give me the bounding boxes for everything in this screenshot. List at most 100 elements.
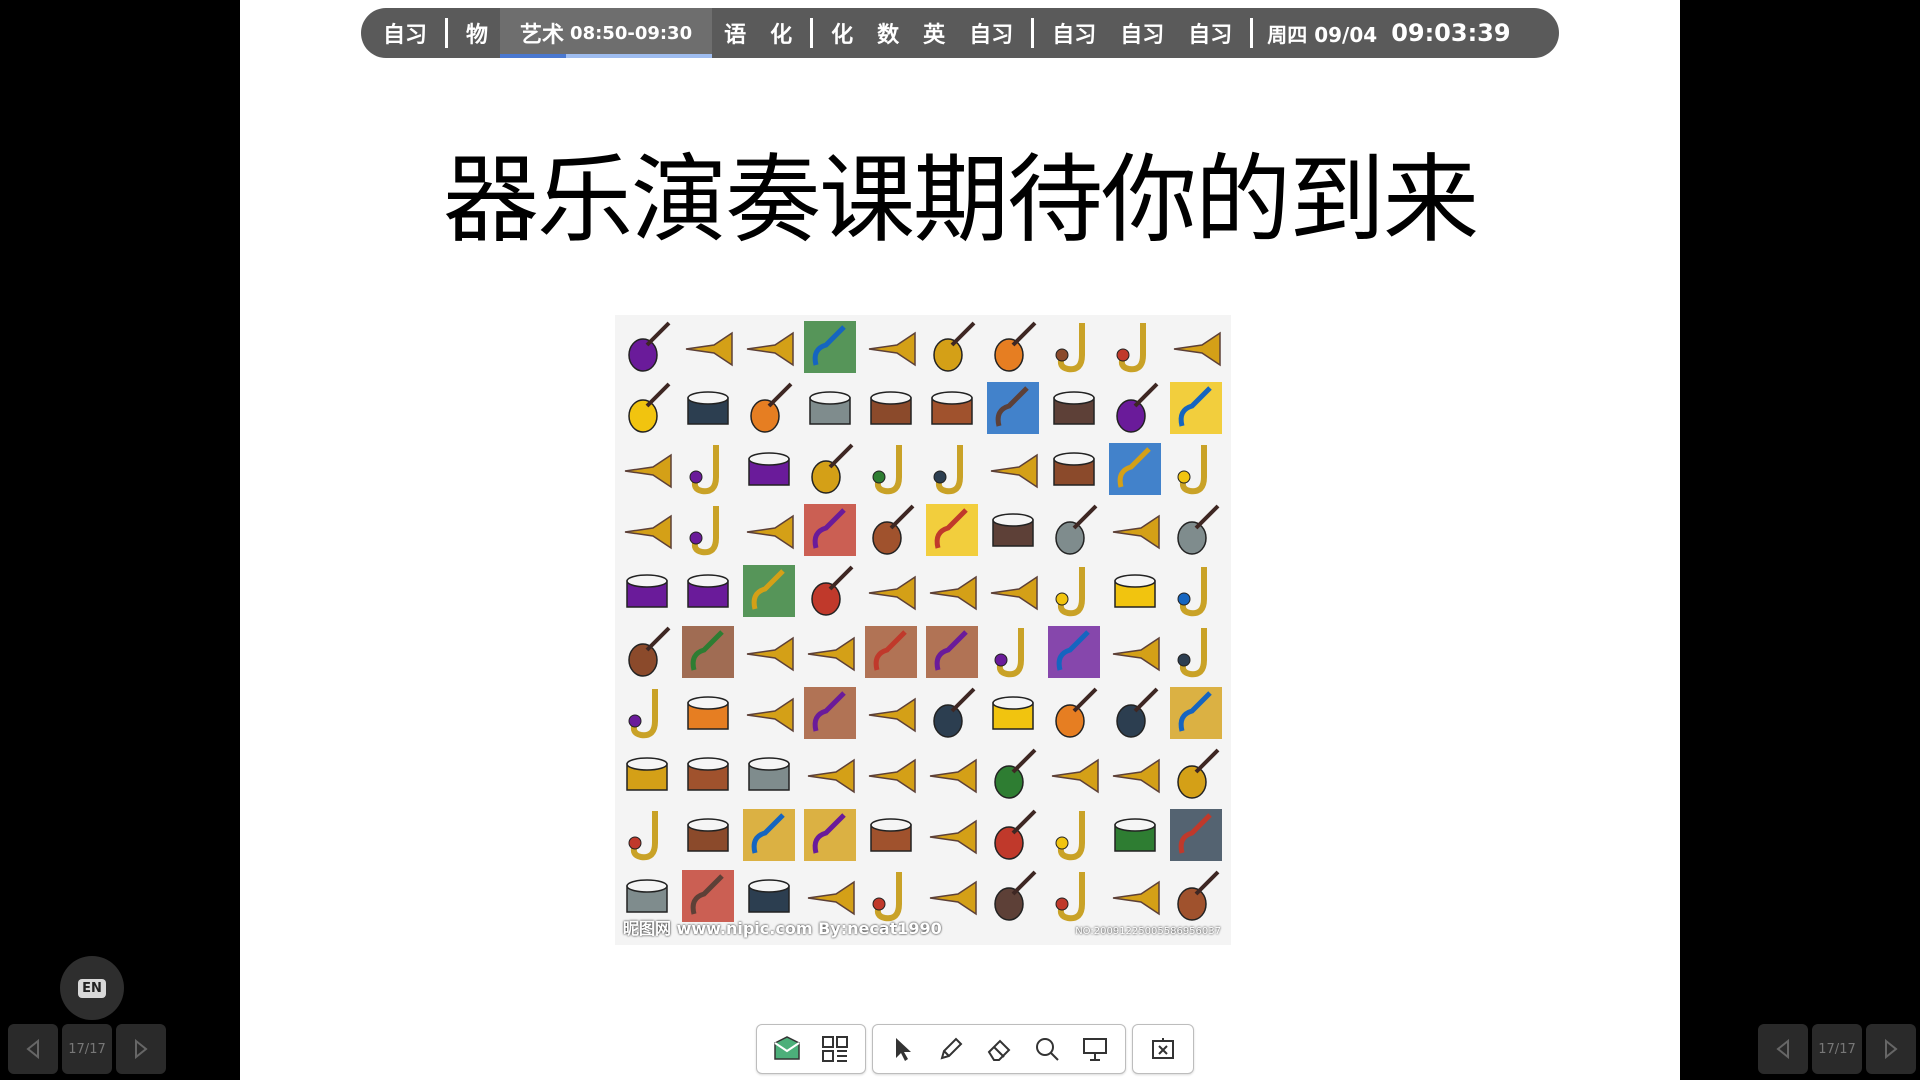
instrument-clipart <box>626 879 668 913</box>
chevron-left-icon <box>1776 1038 1789 1060</box>
prev-slide-button[interactable] <box>1758 1024 1808 1074</box>
instrument-clipart <box>811 443 854 494</box>
instrument-clipart <box>994 321 1037 372</box>
instrument-clipart <box>687 696 729 730</box>
zoom-button[interactable] <box>1023 1027 1071 1071</box>
instrument-clipart <box>687 757 729 791</box>
instrument-clipart <box>746 331 794 367</box>
chevron-right-icon <box>1885 1038 1898 1060</box>
instrument-clipart <box>628 382 671 433</box>
instrument-clipart <box>926 626 978 678</box>
instrument-clipart <box>1112 880 1160 916</box>
instrument-clipart <box>1177 567 1207 617</box>
instrument-clipart <box>1055 567 1085 617</box>
qr-button[interactable] <box>811 1027 859 1071</box>
instrument-clipart <box>1177 504 1220 555</box>
instrument-clipart <box>748 757 790 791</box>
instrument-clipart <box>746 697 794 733</box>
instrument-collage-image: 昵图网 www.nipic.com By:necat1990 NO:200912… <box>615 315 1231 945</box>
toolbar-group-right <box>1132 1024 1194 1074</box>
toolbar-group-left <box>756 1024 866 1074</box>
instrument-clipart <box>628 626 671 677</box>
instrument-clipart <box>685 331 733 367</box>
instrument-clipart <box>926 504 978 556</box>
schedule-item: 英 <box>923 23 946 48</box>
slide-title: 器乐演奏课期待你的到来 <box>443 144 1479 256</box>
instrument-clipart <box>809 391 851 425</box>
qr-icon <box>822 1036 848 1062</box>
chevron-right-icon <box>135 1038 148 1060</box>
right-slide-nav: 17/17 <box>1758 1024 1916 1074</box>
current-class-time: 08:50-09:30 <box>570 22 693 44</box>
next-slide-button[interactable] <box>1866 1024 1916 1074</box>
instrument-clipart <box>1055 323 1085 373</box>
schedule-separator <box>810 18 814 48</box>
instrument-clipart <box>868 758 916 794</box>
instrument-clipart <box>1177 748 1220 799</box>
instrument-clipart <box>933 687 976 738</box>
page-indicator[interactable]: 17/17 <box>62 1024 112 1074</box>
page-indicator[interactable]: 17/17 <box>1812 1024 1862 1074</box>
instrument-clipart <box>1055 811 1085 861</box>
input-language-button[interactable]: EN <box>60 956 124 1020</box>
instrument-clipart <box>687 574 729 608</box>
instrument-clipart <box>868 575 916 611</box>
date-text: 周四 09/04 <box>1267 22 1378 47</box>
instrument-clipart <box>628 689 658 739</box>
pointer-icon <box>896 1038 911 1061</box>
instrument-clipart <box>1053 452 1095 486</box>
eraser-button[interactable] <box>975 1027 1023 1071</box>
instrument-clipart <box>990 453 1038 489</box>
instrument-clipart <box>870 391 912 425</box>
whiteboard-button[interactable] <box>1071 1027 1119 1071</box>
exit-slideshow-button[interactable] <box>1139 1027 1187 1071</box>
instrument-clipart <box>1051 758 1099 794</box>
instrument-clipart <box>1116 382 1159 433</box>
presentation-toolbar <box>756 1024 1194 1074</box>
instrument-clipart <box>687 818 729 852</box>
instrument-clipart <box>743 809 795 861</box>
instrument-clipart <box>628 321 671 372</box>
schedule-item: 物 <box>466 23 489 48</box>
instrument-clipart <box>929 819 977 855</box>
instrument-clipart <box>870 818 912 852</box>
instrument-clipart <box>1170 809 1222 861</box>
instrument-clipart <box>1112 636 1160 672</box>
next-slide-button[interactable] <box>116 1024 166 1074</box>
current-subject: 艺术 <box>520 23 565 48</box>
instrument-clipart <box>1055 687 1098 738</box>
instrument-clipart <box>872 445 902 495</box>
pen-icon <box>940 1037 963 1060</box>
instrument-clipart <box>807 880 855 916</box>
pen-button[interactable] <box>927 1027 975 1071</box>
schedule-separator <box>1031 18 1035 48</box>
schedule-item: 自习 <box>1188 23 1233 48</box>
schedule-item: 自习 <box>1052 23 1097 48</box>
clock-text: 09:03:39 <box>1391 19 1511 47</box>
instrument-clipart <box>1177 445 1207 495</box>
instrument-clipart <box>624 453 672 489</box>
chat-button[interactable] <box>763 1027 811 1071</box>
instrument-clipart <box>689 445 719 495</box>
image-watermark: 昵图网 www.nipic.com By:necat1990 <box>623 919 942 938</box>
instrument-clipart <box>1112 758 1160 794</box>
instrument-clipart <box>1114 818 1156 852</box>
instrument-clipart <box>994 748 1037 799</box>
instrument-clipart <box>1177 870 1220 921</box>
instrument-clipart <box>994 870 1037 921</box>
instrument-clipart <box>933 445 963 495</box>
instrument-clipart <box>804 687 856 739</box>
pointer-button[interactable] <box>879 1027 927 1071</box>
instrument-clipart <box>804 809 856 861</box>
instrument-clipart <box>1055 872 1085 922</box>
chat-icon <box>774 1036 800 1060</box>
instrument-clipart <box>872 872 902 922</box>
instrument-clipart <box>743 565 795 617</box>
schedule-current-class: 艺术 08:50-09:30 <box>500 8 713 58</box>
instrument-clipart <box>987 382 1039 434</box>
instrument-clipart <box>628 811 658 861</box>
instrument-clipart <box>1055 504 1098 555</box>
instrument-clipart <box>868 697 916 733</box>
prev-slide-button[interactable] <box>8 1024 58 1074</box>
schedule-item: 化 <box>770 23 793 48</box>
